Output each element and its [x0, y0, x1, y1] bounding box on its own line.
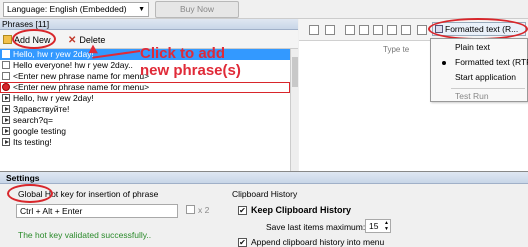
error-icon	[2, 83, 10, 91]
phrases-header: Phrases [11]	[0, 19, 298, 30]
annotation-circle-hotkey	[7, 184, 53, 203]
phrases-panel: Phrases [11] Add New ✕ Delete Hello, hw r…	[0, 19, 298, 171]
annotation-circle-format	[428, 18, 528, 40]
keep-history-checkbox[interactable]	[238, 206, 247, 215]
x2-checkbox[interactable]	[186, 205, 195, 214]
save-max-label: Save last items maximum:	[266, 222, 366, 232]
buy-now-button[interactable]: Buy Now	[155, 1, 239, 18]
settings-panel: Settings Global Hot key for insertion of…	[0, 171, 528, 247]
phrase-list-item[interactable]: google testing	[0, 126, 290, 137]
undo-icon[interactable]	[309, 25, 319, 35]
chevron-down-icon: ▼	[138, 6, 145, 13]
language-select-value: Language: English (Embedded)	[7, 4, 127, 14]
attach-icon[interactable]	[417, 25, 427, 35]
spinner-arrows-icon[interactable]: ▲ ▼	[384, 220, 389, 232]
paste-icon[interactable]	[373, 25, 383, 35]
delete-icon: ✕	[68, 35, 77, 46]
settings-header: Settings	[0, 172, 528, 184]
annotation-text: Click to add new phrase(s)	[140, 45, 241, 79]
phrase-list-item[interactable]: Its testing!	[0, 137, 290, 148]
save-max-stepper[interactable]: 15 ▲ ▼	[365, 219, 391, 233]
play-icon	[2, 105, 10, 113]
scrollbar-thumb[interactable]	[292, 57, 298, 87]
play-icon	[2, 116, 10, 124]
phrase-list-item[interactable]: Здравствуйте!	[0, 104, 290, 115]
play-icon	[2, 127, 10, 135]
menu-separator	[451, 88, 525, 89]
phrase-icon	[2, 61, 10, 69]
menu-item-test-run: Test Run	[455, 91, 489, 101]
hotkey-status: The hot key validated successfully..	[18, 230, 152, 240]
annotation-line-1: Click to add	[140, 45, 226, 62]
annotation-line-2: new phrase(s)	[140, 62, 241, 79]
language-select[interactable]: Language: English (Embedded) ▼	[3, 2, 149, 17]
delete-button[interactable]: ✕ Delete	[68, 33, 105, 47]
annotation-circle-add-new	[12, 29, 56, 49]
play-icon	[2, 94, 10, 102]
format-menu: Plain text Formatted text (RTF) Start ap…	[430, 38, 528, 102]
phrase-list-scrollbar[interactable]	[290, 49, 298, 171]
cut-icon[interactable]	[345, 25, 355, 35]
phrase-list-item[interactable]: search?q=	[0, 115, 290, 126]
x2-label: x 2	[198, 205, 210, 215]
radio-dot-icon	[442, 61, 446, 65]
phrase-list-item[interactable]: Hello, hw r yew 2day!	[0, 93, 290, 104]
menu-item-formatted-text[interactable]: Formatted text (RTF)	[431, 56, 528, 69]
copy-icon[interactable]	[359, 25, 369, 35]
clipboard-history-label: Clipboard History	[232, 189, 298, 199]
hotkey-input[interactable]: Ctrl + Alt + Enter	[16, 204, 178, 218]
phrase-icon	[2, 72, 10, 80]
redo-icon[interactable]	[325, 25, 335, 35]
play-icon	[2, 138, 10, 146]
editor-placeholder: Type te	[383, 45, 410, 54]
add-phrase-icon	[3, 35, 12, 44]
phrase-list-item[interactable]: <Enter new phrase name for menu>	[0, 82, 290, 93]
bold-icon[interactable]	[387, 25, 397, 35]
menu-item-start-application[interactable]: Start application	[431, 71, 528, 84]
keep-history-label: Keep Clipboard History	[251, 205, 352, 215]
phrase-icon	[2, 50, 10, 58]
italic-icon[interactable]	[401, 25, 411, 35]
menu-item-plain-text[interactable]: Plain text	[431, 41, 528, 54]
